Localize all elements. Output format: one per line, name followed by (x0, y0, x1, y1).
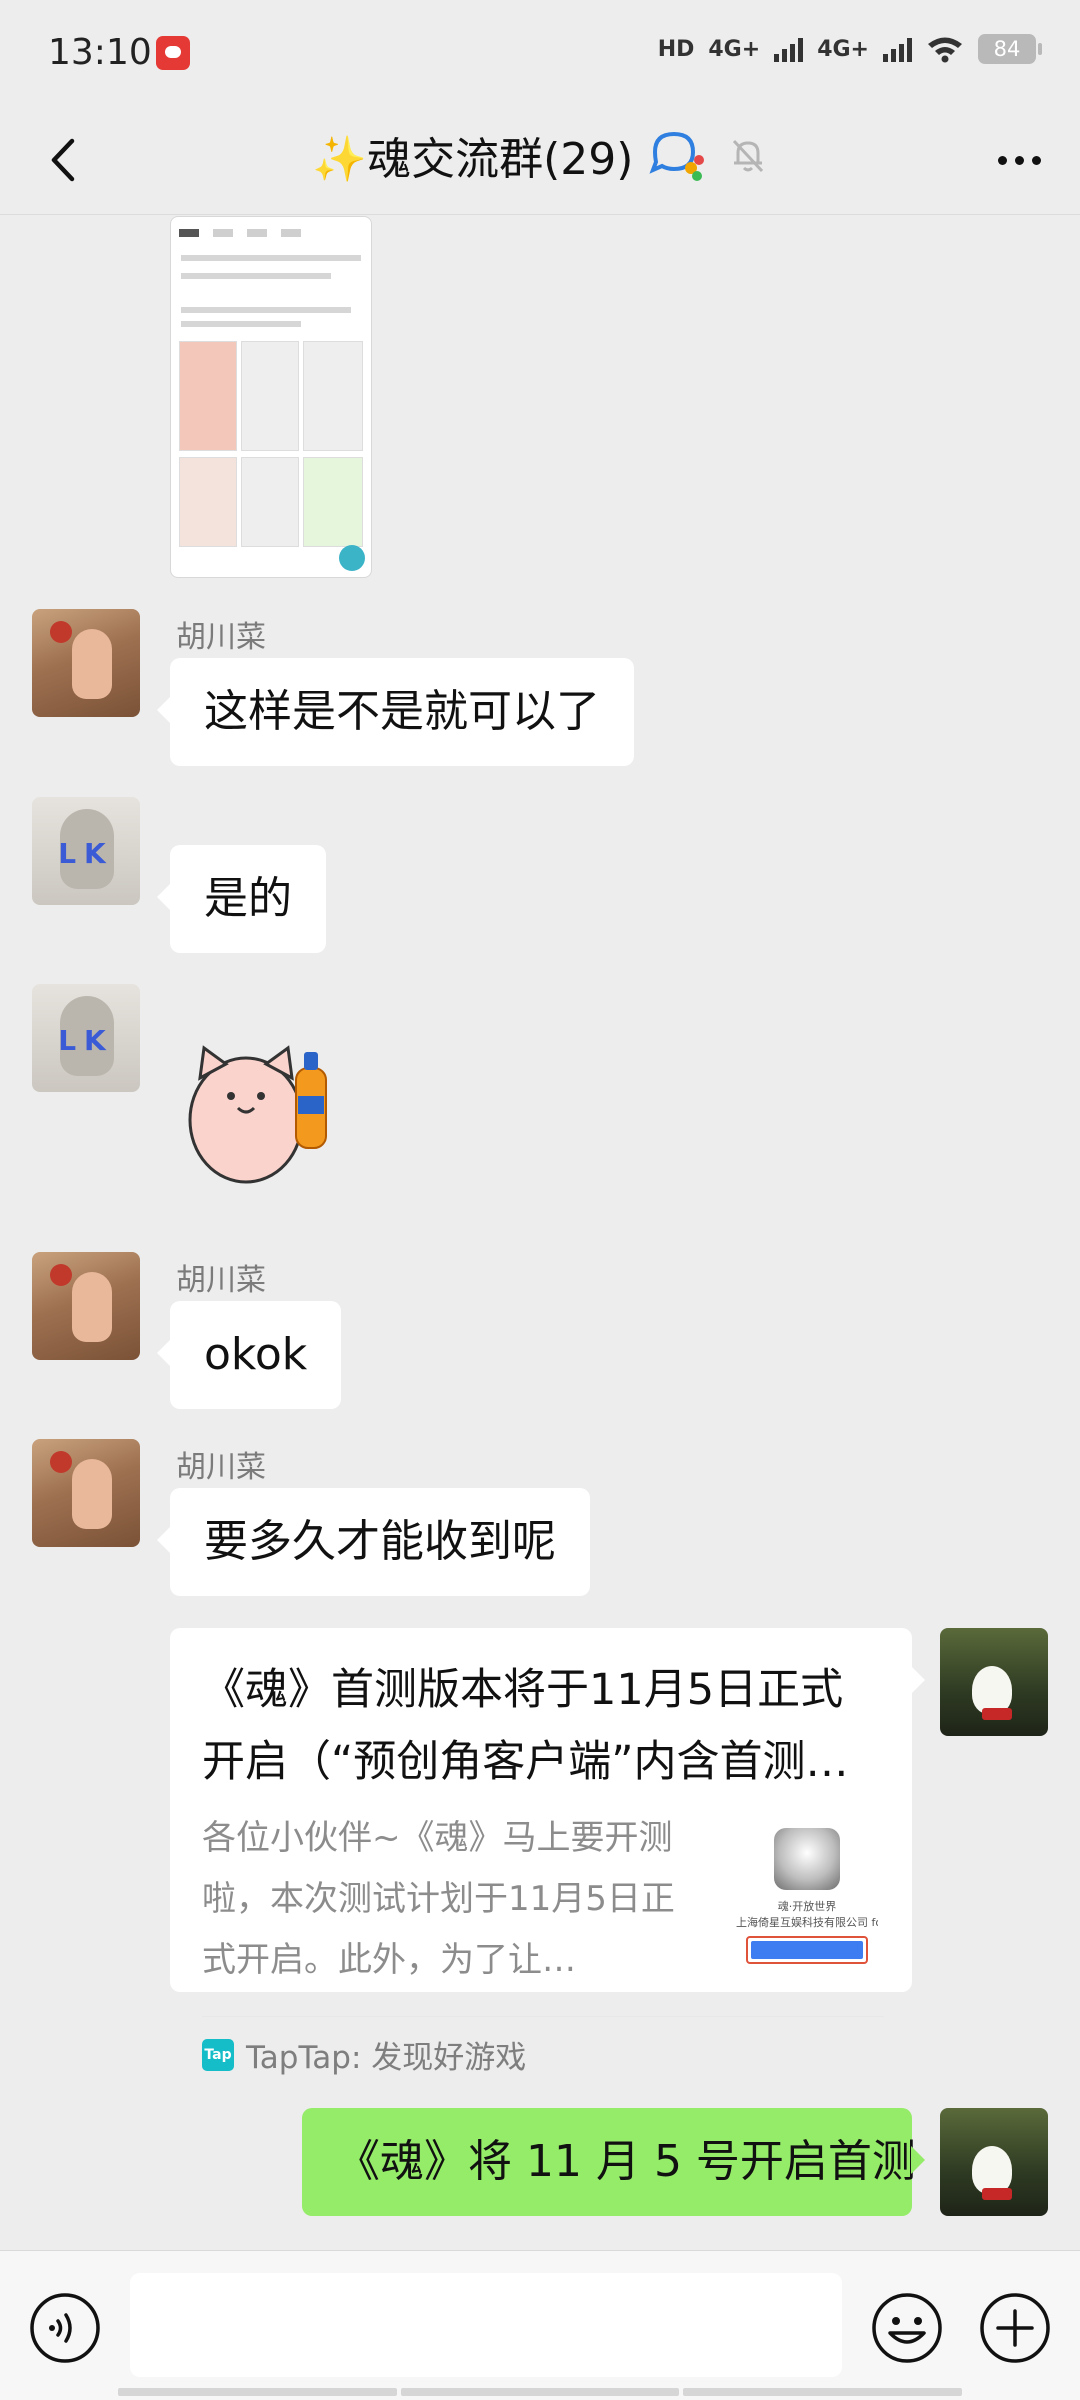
input-bar (0, 2250, 1080, 2400)
message-bubble[interactable]: 《魂》将 11 月 5 号开启首测 (302, 2108, 925, 2216)
voice-icon[interactable] (28, 2291, 102, 2365)
thumb-company: 上海倚星互娱科技有限公司 for i (736, 1916, 878, 1929)
game-logo-icon (774, 1828, 840, 1890)
thumb-game-name: 魂·开放世界 (777, 1900, 837, 1913)
hd-indicator: HD (657, 36, 695, 62)
emoji-icon[interactable] (870, 2291, 944, 2365)
chat-title[interactable]: ✨魂交流群(29) (312, 123, 633, 187)
message-bubble[interactable]: 这样是不是就可以了 (157, 658, 634, 766)
link-card-source: Tap TapTap: 发现好游戏 (202, 2032, 526, 2077)
sender-name: 胡川菜 (176, 1263, 266, 1298)
message-bubble[interactable]: 要多久才能收到呢 (157, 1488, 590, 1596)
chat-title-wrap: ✨魂交流群(29) (0, 123, 1080, 187)
message-input[interactable] (130, 2273, 842, 2377)
notification-app-icon (156, 36, 190, 70)
status-indicators: HD 4G+ 4G+ 84 (657, 34, 1042, 64)
divider (202, 2016, 884, 2017)
avatar[interactable]: LK (32, 984, 140, 1092)
message-bubble[interactable]: okok (156, 1301, 342, 1409)
status-time: 13:10 (48, 32, 152, 73)
my-avatar[interactable] (940, 1628, 1048, 1736)
group-chat-icon (648, 131, 704, 181)
my-avatar[interactable] (940, 2108, 1048, 2216)
avatar[interactable] (32, 1252, 140, 1360)
link-card-title: 《魂》首测版本将于11月5日正式开启（“预创角客户端”内含首测… (202, 1665, 849, 1787)
link-card-description: 各位小伙伴~《魂》马上要开测啦，本次测试计划于11月5日正式开启。此外，为了让… (202, 1818, 675, 1980)
avatar[interactable] (32, 609, 140, 717)
status-bar: 13:10 HD 4G+ 4G+ 84 (0, 0, 1080, 105)
thumb-button (746, 1936, 868, 1964)
avatar[interactable] (32, 1439, 140, 1547)
sender-name: 胡川菜 (176, 1450, 266, 1485)
gesture-bar (118, 2388, 963, 2396)
taptap-icon: Tap (202, 2038, 234, 2071)
network-label-2: 4G+ (817, 36, 869, 62)
image-thumbnail-tabs (179, 229, 363, 245)
signal-bars-icon (774, 36, 804, 62)
link-card-thumbnail: 魂·开放世界 上海倚星互娱科技有限公司 for i (732, 1828, 882, 1968)
network-label-1: 4G+ (708, 36, 761, 62)
source-name: TapTap: 发现好游戏 (246, 2040, 527, 2076)
pen-icon (339, 545, 365, 571)
message-bubble[interactable]: 是的 (157, 845, 326, 953)
sender-name: 胡川菜 (176, 620, 266, 655)
image-message[interactable] (170, 216, 372, 578)
link-card[interactable]: 《魂》首测版本将于11月5日正式开启（“预创角客户端”内含首测… 各位小伙伴~《… (170, 1628, 925, 2076)
chat-header: ✨魂交流群(29) (0, 105, 1080, 215)
plus-icon[interactable] (978, 2291, 1052, 2365)
signal-bars-icon (883, 36, 912, 62)
cat-sticker-image[interactable] (176, 1038, 351, 1186)
avatar[interactable]: LK (32, 797, 140, 905)
more-icon[interactable] (984, 125, 1054, 195)
message-list[interactable]: 胡川菜 这样是不是就可以了 LK 是的 LK 胡川菜 okok 胡川菜 要多久才… (0, 216, 1080, 2250)
wifi-icon (928, 37, 962, 63)
battery-indicator: 84 (978, 34, 1042, 64)
muted-bell-icon (732, 139, 763, 173)
